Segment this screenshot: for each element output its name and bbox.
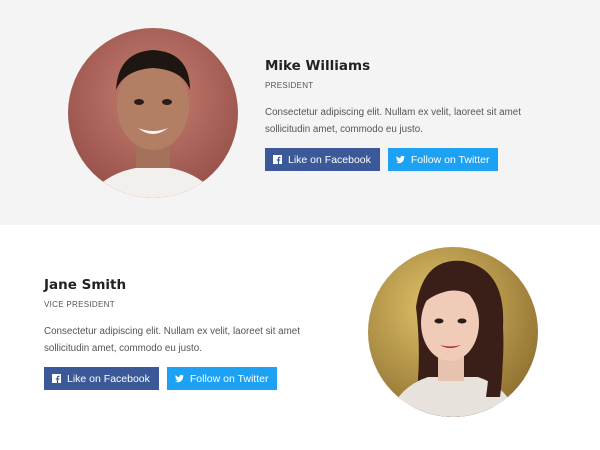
- twitter-follow-button[interactable]: Follow on Twitter: [387, 148, 499, 171]
- member-role: VICE PRESIDENT: [44, 300, 115, 309]
- team-member-card-mike: Mike Williams PRESIDENT Consectetur adip…: [0, 0, 600, 225]
- member-name: Jane Smith: [44, 277, 127, 293]
- avatar-jane: [368, 247, 538, 417]
- avatar-mike: [68, 28, 238, 198]
- member-role: PRESIDENT: [265, 81, 314, 90]
- member-info-jane: Jane Smith VICE PRESIDENT Consectetur ad…: [44, 277, 334, 390]
- facebook-button-label: Like on Facebook: [288, 153, 371, 166]
- member-bio: Consectetur adipiscing elit. Nullam ex v…: [265, 107, 521, 135]
- facebook-like-button[interactable]: Like on Facebook: [44, 367, 159, 390]
- twitter-follow-button[interactable]: Follow on Twitter: [166, 367, 278, 390]
- member-info-mike: Mike Williams PRESIDENT Consectetur adip…: [265, 58, 555, 171]
- facebook-icon: [52, 374, 61, 383]
- twitter-button-label: Follow on Twitter: [189, 372, 269, 385]
- member-bio: Consectetur adipiscing elit. Nullam ex v…: [44, 326, 300, 354]
- facebook-button-label: Like on Facebook: [67, 372, 150, 385]
- member-name: Mike Williams: [265, 58, 371, 74]
- facebook-icon: [273, 155, 282, 164]
- twitter-icon: [395, 155, 405, 164]
- twitter-button-label: Follow on Twitter: [410, 153, 490, 166]
- twitter-icon: [174, 374, 184, 383]
- team-member-card-jane: Jane Smith VICE PRESIDENT Consectetur ad…: [0, 225, 600, 450]
- facebook-like-button[interactable]: Like on Facebook: [265, 148, 380, 171]
- social-buttons: Like on Facebook Follow on Twitter: [265, 148, 555, 171]
- social-buttons: Like on Facebook Follow on Twitter: [44, 367, 334, 390]
